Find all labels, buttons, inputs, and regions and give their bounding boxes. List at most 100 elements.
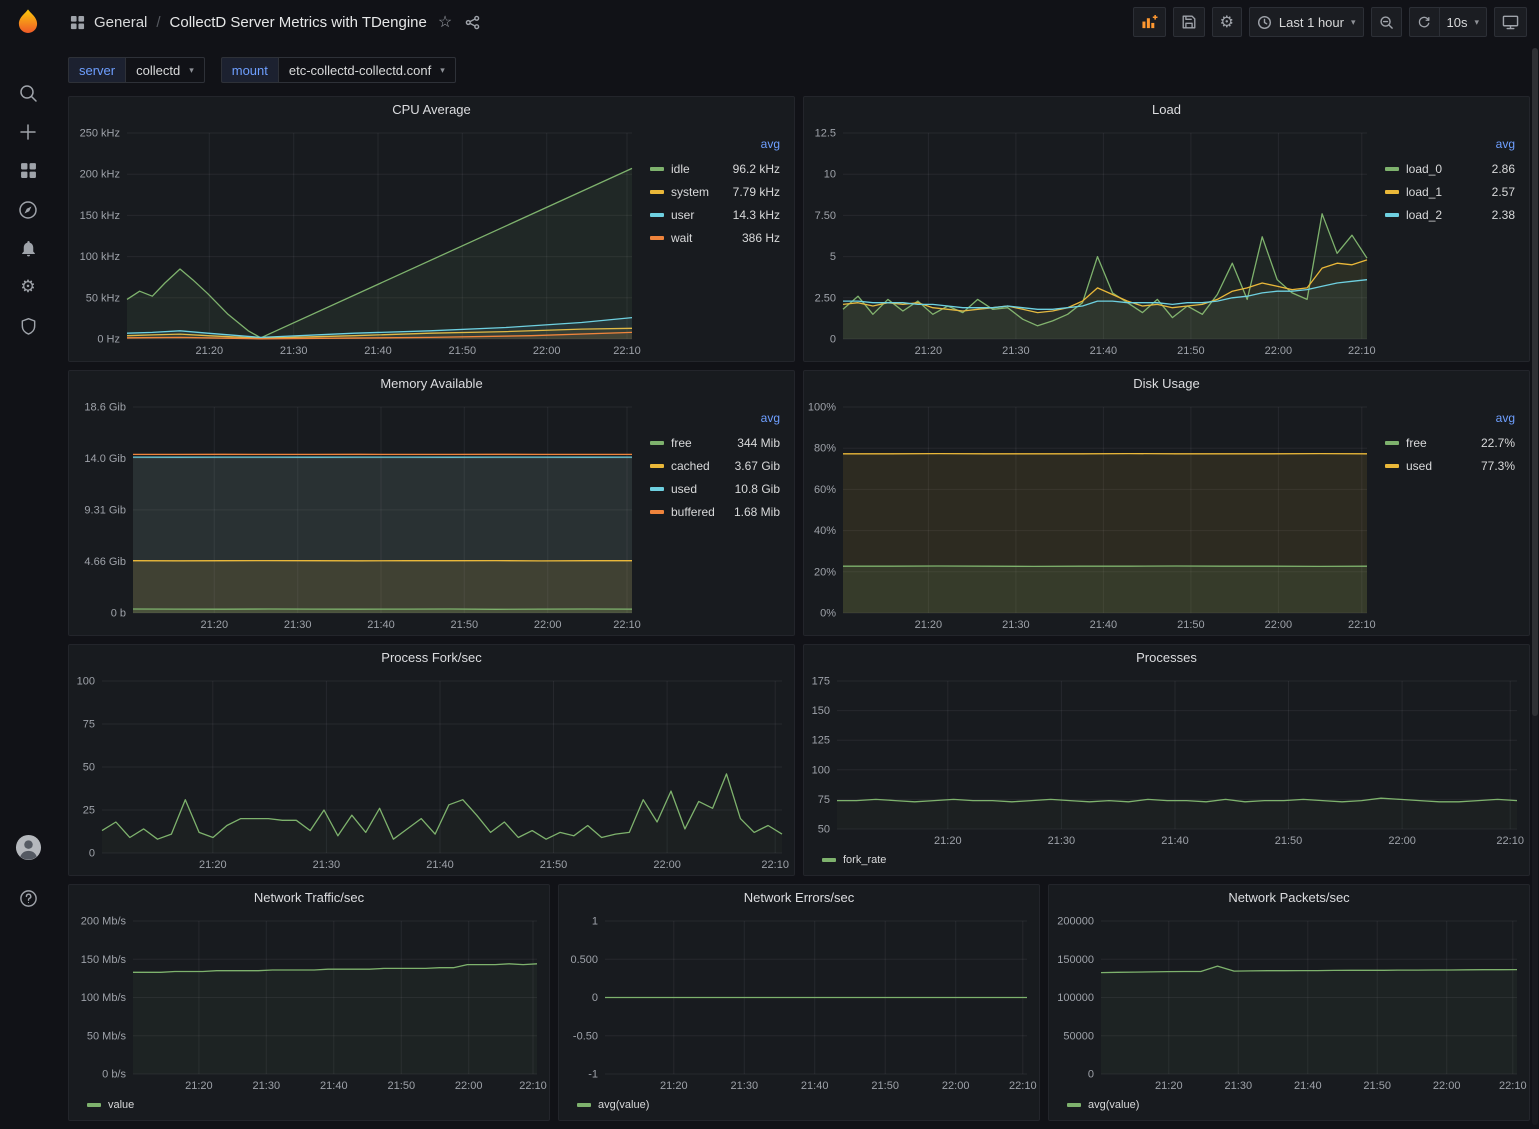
zoom-out-icon [1379, 15, 1394, 30]
breadcrumb-folder[interactable]: General [94, 14, 147, 31]
legend-item-cached[interactable]: cached3.67 Gib [650, 454, 780, 477]
chart-cpu-average[interactable]: 0 Hz50 kHz100 kHz150 kHz200 kHz250 kHz21… [69, 123, 644, 361]
svg-text:21:30: 21:30 [1048, 835, 1076, 847]
chart-svg-load[interactable]: 02.5057.501012.521:2021:3021:4021:5022:0… [804, 123, 1379, 361]
scrollbar[interactable] [1532, 48, 1538, 1125]
legend-label: fork_rate [843, 854, 886, 866]
chart-network-packets-sec[interactable]: 05000010000015000020000021:2021:3021:402… [1049, 911, 1529, 1096]
legend-swatch [650, 510, 664, 514]
svg-text:4.66 Gib: 4.66 Gib [84, 556, 126, 568]
panel-title-processes[interactable]: Processes [804, 645, 1529, 671]
legend: avgload_02.86load_12.57load_22.38 [1379, 123, 1529, 361]
legend-item-load-2[interactable]: load_22.38 [1385, 203, 1515, 226]
panel-title-network-traffic-sec[interactable]: Network Traffic/sec [69, 885, 549, 911]
svg-text:22:10: 22:10 [1499, 1080, 1527, 1092]
chart-svg-cpu-average[interactable]: 0 Hz50 kHz100 kHz150 kHz200 kHz250 kHz21… [69, 123, 644, 361]
legend-item-load-1[interactable]: load_12.57 [1385, 180, 1515, 203]
legend-item-value[interactable]: value [87, 1099, 134, 1111]
chart-memory-available[interactable]: 0 b4.66 Gib9.31 Gib14.0 Gib18.6 Gib21:20… [69, 397, 644, 635]
legend-value: 14.3 kHz [733, 208, 780, 222]
legend-item-load-0[interactable]: load_02.86 [1385, 157, 1515, 180]
sidebar-search-button[interactable] [6, 73, 50, 112]
chart-process-fork-sec[interactable]: 025507510021:2021:3021:4021:5022:0022:10 [69, 671, 794, 875]
refresh-interval-button[interactable]: 10s ▾ [1439, 7, 1488, 37]
scrollbar-thumb[interactable] [1532, 48, 1538, 716]
chart-svg-process-fork-sec[interactable]: 025507510021:2021:3021:4021:5022:0022:10 [69, 671, 794, 875]
refresh-button[interactable] [1409, 7, 1439, 37]
topbar: General / CollectD Server Metrics with T… [56, 0, 1539, 44]
svg-text:21:20: 21:20 [1155, 1080, 1183, 1092]
panel-title-network-errors-sec[interactable]: Network Errors/sec [559, 885, 1039, 911]
grafana-logo[interactable] [14, 8, 42, 39]
panel-load: Load02.5057.501012.521:2021:3021:4021:50… [803, 96, 1530, 362]
star-dashboard-button[interactable]: ☆ [436, 10, 454, 34]
chart-processes[interactable]: 507510012515017521:2021:3021:4021:5022:0… [804, 671, 1529, 851]
save-dashboard-button[interactable] [1173, 7, 1205, 37]
dashboard-settings-button[interactable]: ⚙ [1212, 7, 1242, 37]
chart-svg-network-errors-sec[interactable]: -1-0.5000.500121:2021:3021:4021:5022:002… [559, 911, 1039, 1096]
user-avatar[interactable] [6, 828, 50, 867]
svg-text:22:10: 22:10 [519, 1080, 547, 1092]
chart-svg-disk-usage[interactable]: 0%20%40%60%80%100%21:2021:3021:4021:5022… [804, 397, 1379, 635]
svg-text:75: 75 [83, 719, 95, 731]
panel-title-load[interactable]: Load [804, 97, 1529, 123]
legend-item-used[interactable]: used10.8 Gib [650, 477, 780, 500]
zoom-out-button[interactable] [1371, 7, 1402, 37]
chart-disk-usage[interactable]: 0%20%40%60%80%100%21:2021:3021:4021:5022… [804, 397, 1379, 635]
sidebar-dashboards-button[interactable] [6, 151, 50, 190]
svg-text:21:30: 21:30 [284, 619, 312, 631]
chart-svg-memory-available[interactable]: 0 b4.66 Gib9.31 Gib14.0 Gib18.6 Gib21:20… [69, 397, 644, 635]
legend-avg-header[interactable]: avg [1385, 411, 1515, 431]
sidebar-explore-button[interactable] [6, 190, 50, 229]
add-panel-button[interactable] [1133, 7, 1166, 37]
variable-server-value[interactable]: collectd ▾ [125, 57, 205, 83]
panel-title-memory-available[interactable]: Memory Available [69, 371, 794, 397]
variable-mount: mount etc-collectd-collectd.conf ▾ [221, 57, 456, 83]
sidebar-help-button[interactable] [6, 879, 50, 918]
chart-network-traffic-sec[interactable]: 0 b/s50 Mb/s100 Mb/s150 Mb/s200 Mb/s21:2… [69, 911, 549, 1096]
chart-svg-network-packets-sec[interactable]: 05000010000015000020000021:2021:3021:402… [1049, 911, 1529, 1096]
chart-network-errors-sec[interactable]: -1-0.5000.500121:2021:3021:4021:5022:002… [559, 911, 1039, 1096]
legend-avg-header[interactable]: avg [650, 137, 780, 157]
sidebar-server-admin-button[interactable] [6, 307, 50, 346]
legend-item-user[interactable]: user14.3 kHz [650, 203, 780, 226]
svg-text:175: 175 [812, 676, 830, 688]
legend-item-buffered[interactable]: buffered1.68 Mib [650, 500, 780, 523]
time-range-picker[interactable]: Last 1 hour ▾ [1249, 7, 1364, 37]
svg-text:21:50: 21:50 [449, 345, 477, 357]
cycle-view-button[interactable] [1494, 7, 1527, 37]
legend-item-avg-value[interactable]: avg(value) [1067, 1099, 1139, 1111]
panel-title-process-fork-sec[interactable]: Process Fork/sec [69, 645, 794, 671]
legend-item-avg-value[interactable]: avg(value) [577, 1099, 649, 1111]
legend-avg-header[interactable]: avg [650, 411, 780, 431]
legend: avg(value) [559, 1096, 1039, 1120]
sidebar-create-button[interactable] [6, 112, 50, 151]
svg-text:0: 0 [592, 992, 598, 1004]
legend-item-free[interactable]: free22.7% [1385, 431, 1515, 454]
legend: value [69, 1096, 549, 1120]
legend-swatch [650, 487, 664, 491]
svg-text:21:40: 21:40 [364, 345, 392, 357]
share-dashboard-button[interactable] [463, 13, 482, 32]
gear-icon: ⚙ [20, 279, 35, 296]
panel-title-cpu-average[interactable]: CPU Average [69, 97, 794, 123]
panel-title-network-packets-sec[interactable]: Network Packets/sec [1049, 885, 1529, 911]
sidebar-configuration-button[interactable]: ⚙ [6, 268, 50, 307]
sidebar-alerting-button[interactable] [6, 229, 50, 268]
legend-item-free[interactable]: free344 Mib [650, 431, 780, 454]
chart-svg-processes[interactable]: 507510012515017521:2021:3021:4021:5022:0… [804, 671, 1529, 851]
chart-load[interactable]: 02.5057.501012.521:2021:3021:4021:5022:0… [804, 123, 1379, 361]
variable-mount-value[interactable]: etc-collectd-collectd.conf ▾ [278, 57, 456, 83]
legend-label: system [671, 185, 733, 199]
chart-svg-network-traffic-sec[interactable]: 0 b/s50 Mb/s100 Mb/s150 Mb/s200 Mb/s21:2… [69, 911, 549, 1096]
legend-item-fork-rate[interactable]: fork_rate [822, 854, 886, 866]
legend-item-wait[interactable]: wait386 Hz [650, 226, 780, 249]
svg-text:150000: 150000 [1057, 954, 1094, 966]
legend-item-system[interactable]: system7.79 kHz [650, 180, 780, 203]
legend-avg-header[interactable]: avg [1385, 137, 1515, 157]
legend-value: 386 Hz [742, 231, 780, 245]
legend-item-idle[interactable]: idle96.2 kHz [650, 157, 780, 180]
panel-title-disk-usage[interactable]: Disk Usage [804, 371, 1529, 397]
legend-item-used[interactable]: used77.3% [1385, 454, 1515, 477]
add-panel-icon [1141, 14, 1158, 30]
